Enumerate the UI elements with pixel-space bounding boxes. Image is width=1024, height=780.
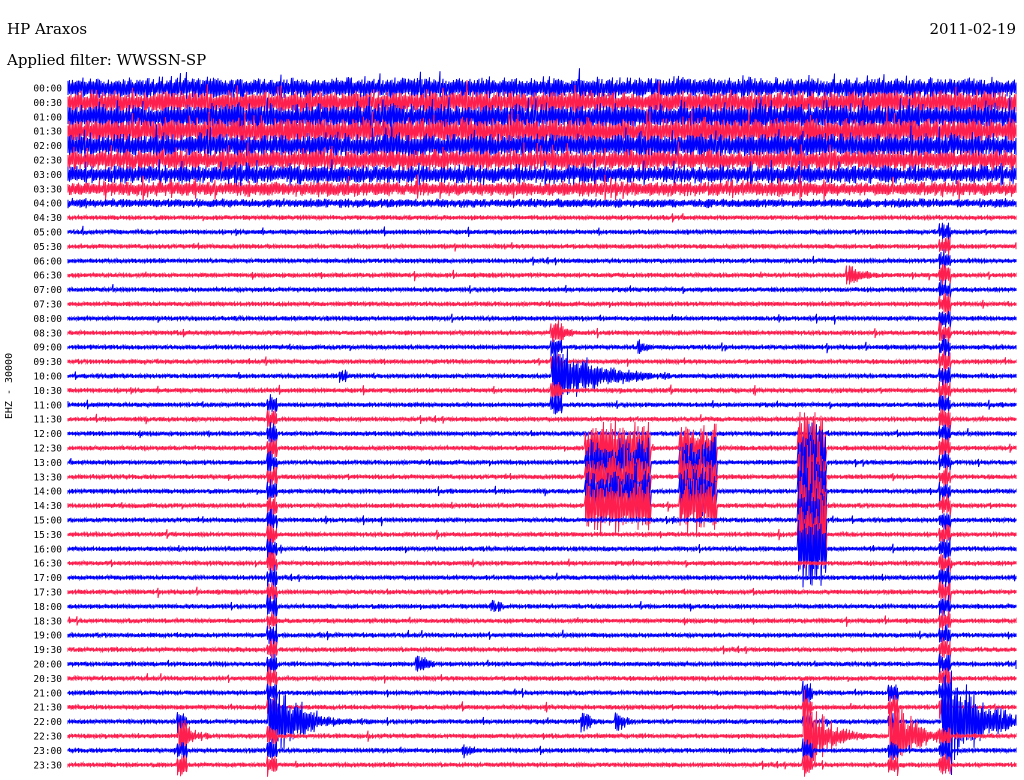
time-label: 08:30 xyxy=(33,328,62,339)
time-label: 02:00 xyxy=(33,141,62,152)
trace-line xyxy=(67,236,1017,256)
time-label: 09:30 xyxy=(33,357,62,368)
time-label: 11:00 xyxy=(33,400,62,411)
time-label: 22:00 xyxy=(33,717,62,728)
time-label: 13:30 xyxy=(33,472,62,483)
time-label: 17:30 xyxy=(33,588,62,599)
trace-line xyxy=(67,310,1017,330)
time-label: 06:00 xyxy=(33,256,62,267)
trace-line xyxy=(67,350,1017,374)
time-label: 05:30 xyxy=(33,242,62,253)
time-label: 05:00 xyxy=(33,228,62,239)
time-label: 21:30 xyxy=(33,703,62,714)
time-label: 12:00 xyxy=(33,429,62,440)
trace-line xyxy=(67,462,1017,544)
trace-line xyxy=(67,694,1017,719)
time-label: 13:00 xyxy=(33,458,62,469)
trace-line xyxy=(67,624,1017,647)
trace-line xyxy=(67,564,1017,591)
time-label: 03:00 xyxy=(33,170,62,181)
time-label: 11:30 xyxy=(33,415,62,426)
trace-line xyxy=(67,552,1017,574)
time-label: 17:00 xyxy=(33,573,62,584)
time-label: 01:30 xyxy=(33,127,62,138)
trace-line xyxy=(67,264,1017,286)
trace-line xyxy=(67,670,1017,776)
time-label: 07:00 xyxy=(33,285,62,296)
time-label: 18:30 xyxy=(33,616,62,627)
trace-line xyxy=(67,222,1017,241)
trace-line xyxy=(67,394,1017,417)
trace-line xyxy=(67,213,1017,223)
time-label: 12:30 xyxy=(33,444,62,455)
time-label: 00:30 xyxy=(33,98,62,109)
seismogram-traces xyxy=(67,68,1017,777)
trace-line xyxy=(67,411,1017,485)
trace-line xyxy=(67,422,1017,446)
trace-line xyxy=(67,279,1017,302)
trace-line xyxy=(67,408,1017,431)
trace-line xyxy=(67,320,1017,345)
time-label: 04:30 xyxy=(33,213,62,224)
time-label: 06:30 xyxy=(33,271,62,282)
trace-line xyxy=(67,379,1017,402)
time-label: 04:00 xyxy=(33,199,62,210)
trace-line xyxy=(67,753,1017,777)
seismogram-plot: 00:00 00:30 01:00 01:30 02:00 02:30 03:00 03:30… xyxy=(33,68,1017,777)
time-label: 22:30 xyxy=(33,732,62,743)
time-label: 15:00 xyxy=(33,516,62,527)
time-labels: 00:00 00:30 01:00 01:30 02:00 02:30 03:00 03:30… xyxy=(33,84,62,772)
trace-line xyxy=(67,637,1017,660)
time-label: 00:00 xyxy=(33,84,62,95)
time-label: 10:00 xyxy=(33,372,62,383)
trace-line xyxy=(67,738,1017,763)
trace-line xyxy=(67,197,1017,209)
time-label: 20:00 xyxy=(33,660,62,671)
trace-line xyxy=(67,653,1017,676)
trace-line xyxy=(67,334,1017,360)
time-label: 20:30 xyxy=(33,674,62,685)
time-label: 14:30 xyxy=(33,501,62,512)
time-label: 16:00 xyxy=(33,544,62,555)
trace-line xyxy=(67,610,1017,632)
time-label: 23:00 xyxy=(33,746,62,757)
trace-line xyxy=(67,680,1017,705)
time-label: 16:30 xyxy=(33,559,62,570)
time-label: 19:00 xyxy=(33,631,62,642)
time-label: 10:30 xyxy=(33,386,62,397)
trace-line xyxy=(67,689,1017,773)
time-label: 18:00 xyxy=(33,602,62,613)
time-label: 23:30 xyxy=(33,760,62,771)
time-label: 15:30 xyxy=(33,530,62,541)
time-label: 08:00 xyxy=(33,314,62,325)
time-label: 14:00 xyxy=(33,487,62,498)
trace-line xyxy=(67,581,1017,604)
time-label: 07:30 xyxy=(33,300,62,311)
time-label: 09:00 xyxy=(33,343,62,354)
time-label: 02:30 xyxy=(33,156,62,167)
trace-line xyxy=(67,594,1017,618)
time-label: 01:00 xyxy=(33,112,62,123)
trace-line xyxy=(67,666,1017,691)
trace-line xyxy=(67,292,1017,316)
time-label: 19:30 xyxy=(33,645,62,656)
time-label: 21:00 xyxy=(33,688,62,699)
time-label: 03:30 xyxy=(33,184,62,195)
trace-line xyxy=(67,249,1017,273)
